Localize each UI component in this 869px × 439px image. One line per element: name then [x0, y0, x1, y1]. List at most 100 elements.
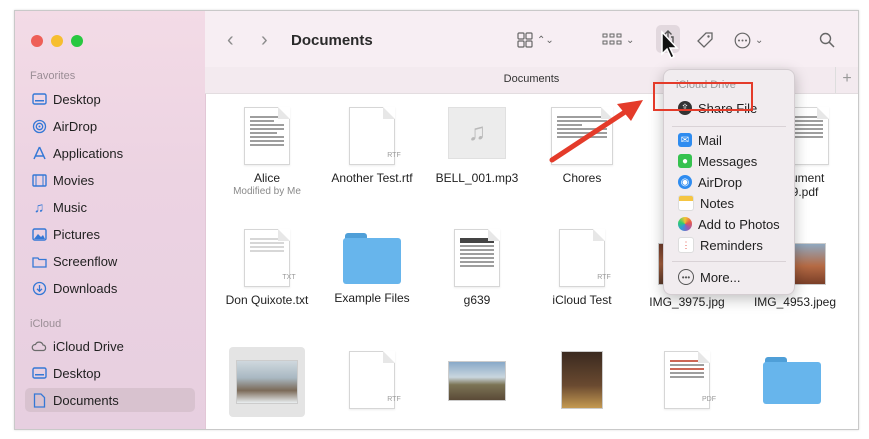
sidebar-item-label: Applications	[53, 145, 124, 161]
file-item[interactable]: Example Files	[320, 233, 424, 305]
file-item[interactable]: Alice Modified by Me	[215, 107, 319, 197]
pictures-icon	[31, 226, 47, 242]
sidebar-item-label: Pictures	[53, 226, 100, 242]
rtf-document-icon: RTF	[349, 351, 401, 409]
reminders-icon: ⋮	[678, 237, 694, 253]
document-thumbnail	[454, 229, 500, 287]
updown-chevron-icon: ⌃⌄	[537, 34, 554, 46]
sidebar-item-movies[interactable]: Movies	[25, 168, 195, 192]
cloud-icon	[31, 338, 47, 354]
messages-icon: ●	[678, 154, 692, 168]
airdrop-icon	[31, 118, 47, 134]
file-item[interactable]	[740, 357, 844, 405]
sidebar-item-documents[interactable]: Documents	[25, 388, 195, 412]
folder-icon	[343, 233, 401, 285]
maximize-button[interactable]	[71, 35, 83, 47]
file-name: IMG_4953.jpeg	[753, 295, 837, 309]
file-subtitle: Modified by Me	[233, 186, 301, 197]
sidebar-item-music[interactable]: ♫ Music	[25, 195, 195, 219]
airdrop-icon: ◉	[678, 175, 692, 189]
desktop-icon	[31, 365, 47, 381]
file-item[interactable]	[229, 347, 305, 417]
menu-item-add-to-photos[interactable]: Add to Photos	[672, 214, 786, 234]
menu-item-mail[interactable]: ✉ Mail	[672, 130, 786, 150]
file-item[interactable]	[425, 361, 529, 401]
document-thumbnail	[244, 107, 290, 165]
tag-button[interactable]	[696, 29, 714, 51]
sidebar-item-icloud-desktop[interactable]: Desktop	[25, 361, 195, 385]
more-icon	[734, 32, 751, 48]
file-name: Don Quixote.txt	[225, 293, 309, 307]
search-button[interactable]	[819, 29, 835, 51]
photos-icon	[678, 217, 692, 231]
file-item[interactable]: TXT Don Quixote.txt	[215, 229, 319, 307]
sidebar-item-label: iCloud Drive	[53, 338, 124, 354]
menu-separator	[672, 261, 786, 262]
sidebar-item-downloads[interactable]: Downloads	[25, 276, 195, 300]
sidebar-item-airdrop[interactable]: AirDrop	[25, 114, 195, 138]
photo-thumbnail	[448, 361, 506, 401]
file-item[interactable]: PDF	[635, 351, 739, 409]
minimize-button[interactable]	[51, 35, 63, 47]
applications-icon	[31, 145, 47, 161]
more-icon: •••	[678, 269, 694, 285]
mail-icon: ✉	[678, 133, 692, 147]
sidebar-item-pictures[interactable]: Pictures	[25, 222, 195, 246]
pdf-document-icon: PDF	[664, 351, 716, 409]
file-item[interactable]: RTF iCloud Test	[530, 229, 634, 307]
rtf-document-icon: RTF	[349, 107, 401, 165]
folder-icon	[763, 357, 821, 405]
sidebar-item-label: Movies	[53, 172, 95, 188]
menu-item-label: Notes	[700, 195, 734, 211]
movies-icon	[31, 172, 47, 188]
icloud-section-label: iCloud	[30, 318, 62, 330]
spreadsheet-thumbnail	[551, 107, 613, 165]
menu-item-airdrop[interactable]: ◉ AirDrop	[672, 172, 786, 192]
menu-item-reminders[interactable]: ⋮ Reminders	[672, 235, 786, 255]
action-button[interactable]: ⌄	[734, 29, 763, 51]
file-name: g639	[463, 293, 491, 307]
menu-separator	[672, 126, 786, 127]
desktop-icon	[31, 91, 47, 107]
back-button[interactable]: ‹	[227, 29, 234, 52]
sidebar: Favorites Desktop AirDrop Applications M…	[15, 11, 206, 429]
cursor-icon	[661, 30, 679, 60]
file-item[interactable]: Chores	[530, 107, 634, 185]
sidebar-item-desktop[interactable]: Desktop	[25, 87, 195, 111]
sidebar-item-screenflow[interactable]: Screenflow	[25, 249, 195, 273]
menu-item-label: Add to Photos	[698, 216, 780, 232]
file-item[interactable]: g639	[425, 229, 529, 307]
file-item[interactable]: RTF	[320, 351, 424, 409]
sidebar-item-label: AirDrop	[53, 118, 98, 134]
file-name: Alice	[253, 171, 280, 185]
file-item[interactable]: RTF Another Test.rtf	[320, 107, 424, 185]
sidebar-item-label: Documents	[53, 392, 119, 408]
share-file-highlight-box	[653, 82, 753, 111]
menu-item-notes[interactable]: Notes	[672, 193, 786, 213]
file-name: Another Test.rtf	[331, 171, 413, 185]
sidebar-item-label: Desktop	[53, 91, 101, 107]
menu-item-messages[interactable]: ● Messages	[672, 151, 786, 171]
group-button[interactable]: ⌄	[602, 29, 634, 51]
sidebar-item-label: Desktop	[53, 365, 101, 381]
menu-item-more[interactable]: ••• More...	[672, 267, 786, 287]
sidebar-item-applications[interactable]: Applications	[25, 141, 195, 165]
favorites-section-label: Favorites	[30, 70, 76, 82]
view-mode-button[interactable]: ⌃⌄	[517, 29, 554, 51]
tag-icon	[697, 32, 713, 48]
menu-item-label: Reminders	[700, 237, 763, 253]
file-name: Example Files	[334, 291, 410, 305]
forward-button[interactable]: ›	[261, 29, 268, 52]
photo-thumbnail	[236, 360, 298, 404]
file-item[interactable]: ♫ BELL_001.mp3	[425, 107, 529, 185]
close-button[interactable]	[31, 35, 43, 47]
rtf-document-icon: RTF	[559, 229, 611, 287]
document-icon	[31, 392, 47, 408]
menu-item-label: Messages	[698, 153, 758, 169]
folder-icon	[31, 253, 47, 269]
sidebar-item-icloud-drive[interactable]: iCloud Drive	[25, 334, 195, 358]
file-item[interactable]	[530, 351, 634, 409]
chevron-down-icon: ⌄	[626, 34, 635, 46]
file-name: BELL_001.mp3	[435, 171, 519, 185]
new-tab-button[interactable]: +	[835, 67, 858, 93]
